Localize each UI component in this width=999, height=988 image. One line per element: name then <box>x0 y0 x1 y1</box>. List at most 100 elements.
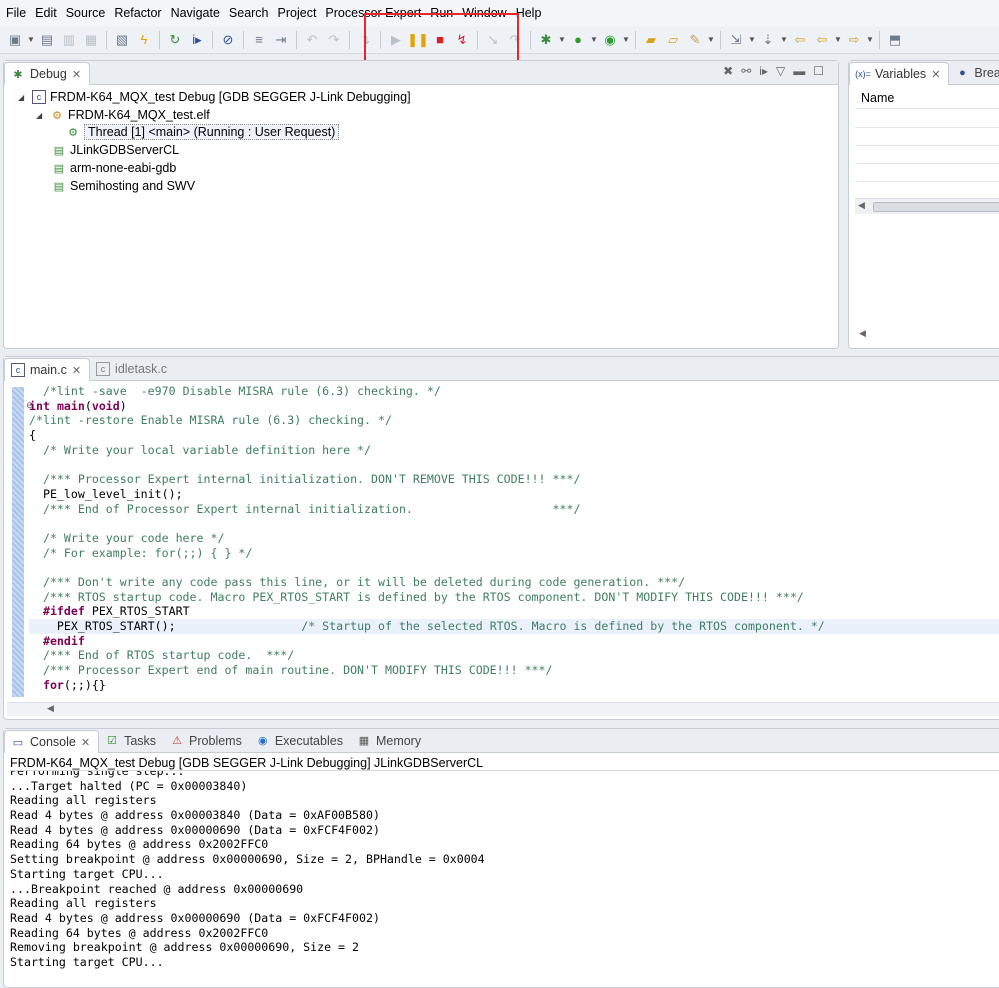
tab-breakpoints[interactable]: ● Breakp <box>949 61 999 84</box>
collapse-icon[interactable]: ◢ <box>36 111 46 120</box>
code-line[interactable]: /*** Processor Expert internal initializ… <box>29 472 999 487</box>
scroll-left-icon[interactable]: ◀ <box>859 328 866 339</box>
variables-column-name[interactable]: Name <box>855 91 999 109</box>
save-icon[interactable]: ▤ <box>36 29 58 51</box>
lightning-icon[interactable]: ϟ <box>133 29 155 51</box>
code-line[interactable]: /* Write your code here */ <box>29 531 999 546</box>
external-tools-dropdown-icon[interactable]: ▼ <box>621 29 631 51</box>
suspend-icon[interactable]: ❚❚ <box>407 29 429 51</box>
tab-main-c[interactable]: c main.c ✕ <box>4 358 91 381</box>
code-line[interactable]: /*** RTOS startup code. Macro PEX_RTOS_S… <box>29 590 999 605</box>
new-icon[interactable]: ▣ <box>4 29 26 51</box>
close-icon[interactable]: ✕ <box>72 68 81 81</box>
back-arrow-icon[interactable]: ⇦ <box>811 29 833 51</box>
pen-dropdown-icon[interactable]: ▼ <box>706 29 716 51</box>
new-dropdown-icon[interactable]: ▼ <box>26 29 36 51</box>
print-icon[interactable]: ▦ <box>80 29 102 51</box>
code-line[interactable] <box>29 516 999 531</box>
tree-elf[interactable]: ◢ ⚙ FRDM-K64_MQX_test.elf <box>36 106 210 124</box>
terminate-icon[interactable]: ■ <box>429 29 451 51</box>
tab-memory[interactable]: ▦ Memory <box>351 729 429 752</box>
menu-processor-expert[interactable]: Processor Expert <box>323 6 428 20</box>
collapse-icon[interactable]: ◢ <box>18 93 28 102</box>
close-icon[interactable]: ✕ <box>72 364 81 377</box>
menu-search[interactable]: Search <box>227 6 276 20</box>
list-icon[interactable]: ≡ <box>248 29 270 51</box>
code-line[interactable] <box>29 560 999 575</box>
back-icon[interactable]: ⇦ <box>789 29 811 51</box>
tab-problems[interactable]: ⚠ Problems <box>164 729 250 752</box>
menu-file[interactable]: File <box>4 6 33 20</box>
connect-icon[interactable]: ⚯ <box>741 64 751 78</box>
code-line[interactable]: #endif <box>29 634 999 649</box>
maximize-view-icon[interactable]: ☐ <box>813 64 824 78</box>
binary-icon[interactable]: ▧ <box>111 29 133 51</box>
menu-refactor[interactable]: Refactor <box>112 6 168 20</box>
code-line[interactable]: PE_low_level_init(); <box>29 487 999 502</box>
step-filter-icon[interactable]: i▸ <box>759 64 768 78</box>
debug-icon[interactable]: ✱ <box>535 29 557 51</box>
editor-hscrollbar[interactable]: ◀ <box>7 702 999 716</box>
scroll-left-icon[interactable]: ◀ <box>47 703 54 714</box>
tree-launch[interactable]: ◢ c FRDM-K64_MQX_test Debug [GDB SEGGER … <box>18 88 411 106</box>
back-dropdown-icon[interactable]: ▼ <box>833 29 843 51</box>
tree-thread[interactable]: ⚙ Thread [1] <main> (Running : User Requ… <box>66 123 340 141</box>
minimize-icon[interactable]: ▬ <box>793 64 805 78</box>
tab-tasks[interactable]: ☑ Tasks <box>99 729 164 752</box>
menu-help[interactable]: Help <box>514 6 549 20</box>
variables-hscrollbar[interactable]: ◀ <box>855 198 999 214</box>
code-line[interactable]: /*** End of Processor Expert internal in… <box>29 502 999 517</box>
code-line[interactable]: /*** End of RTOS startup code. ***/ <box>29 648 999 663</box>
skip-breakpoints-icon[interactable]: ⊘ <box>217 29 239 51</box>
terminate-relaunch-icon[interactable]: ⇥ <box>270 29 292 51</box>
step-into-icon[interactable]: i▸ <box>186 29 208 51</box>
code-line[interactable]: /*** Don't write any code pass this line… <box>29 575 999 590</box>
drop-to-frame-icon[interactable]: ↴ <box>354 29 376 51</box>
tree-process-3[interactable]: ▤ Semihosting and SWV <box>52 177 195 195</box>
code-line[interactable] <box>29 457 999 472</box>
menu-run[interactable]: Run <box>428 6 460 20</box>
close-icon[interactable]: ✕ <box>81 736 90 749</box>
code-line[interactable]: /*** Processor Expert end of main routin… <box>29 663 999 678</box>
scroll-left-icon[interactable]: ◀ <box>858 200 865 211</box>
pen-icon[interactable]: ✎ <box>684 29 706 51</box>
code-line[interactable]: /* Write your local variable definition … <box>29 443 999 458</box>
tree-process-2[interactable]: ▤ arm-none-eabi-gdb <box>52 159 177 177</box>
code-line[interactable]: PEX_RTOS_START(); /* Startup of the sele… <box>29 619 999 634</box>
code-area[interactable]: /*lint -save -e970 Disable MISRA rule (6… <box>29 384 999 700</box>
code-line[interactable]: /*lint -save -e970 Disable MISRA rule (6… <box>29 384 999 399</box>
forward-dropdown-icon[interactable]: ▼ <box>865 29 875 51</box>
menu-project[interactable]: Project <box>276 6 324 20</box>
code-line[interactable]: #ifdef PEX_RTOS_START <box>29 604 999 619</box>
tab-idletask-c[interactable]: c idletask.c <box>90 357 175 380</box>
tab-variables[interactable]: (x)= Variables ✕ <box>849 62 950 85</box>
console-output[interactable]: Performing single step... ...Target halte… <box>10 770 999 985</box>
refresh-icon[interactable]: ↻ <box>164 29 186 51</box>
external-tools-icon[interactable]: ◉ <box>599 29 621 51</box>
maximize-icon[interactable]: ⬒ <box>884 29 906 51</box>
annotation-dropdown-icon[interactable]: ▼ <box>747 29 757 51</box>
view-menu-icon[interactable]: ▽ <box>776 64 785 78</box>
run-icon[interactable]: ● <box>567 29 589 51</box>
step-over-icon[interactable]: ↷ <box>504 29 526 51</box>
code-line[interactable]: /* For example: for(;;) { } */ <box>29 546 999 561</box>
resume-icon[interactable]: ▶ <box>385 29 407 51</box>
disconnect-icon[interactable]: ↯ <box>451 29 473 51</box>
scroll-thumb[interactable] <box>873 202 999 212</box>
close-icon[interactable]: ✕ <box>931 68 940 81</box>
forward-icon[interactable]: ⇨ <box>843 29 865 51</box>
open-folder-icon[interactable]: ▰ <box>640 29 662 51</box>
tab-executables[interactable]: ◉ Executables <box>250 729 351 752</box>
code-line[interactable]: for(;;){} <box>29 678 999 693</box>
tree-process-1[interactable]: ▤ JLinkGDBServerCL <box>52 141 179 159</box>
remove-terminated-icon[interactable]: ✖ <box>723 64 733 78</box>
step-icon[interactable]: ↘ <box>482 29 504 51</box>
run-dropdown-icon[interactable]: ▼ <box>589 29 599 51</box>
code-line[interactable]: int main(void) <box>29 399 999 414</box>
debug-dropdown-icon[interactable]: ▼ <box>557 29 567 51</box>
save-all-icon[interactable]: ▥ <box>58 29 80 51</box>
code-line[interactable]: { <box>29 428 999 443</box>
tab-console[interactable]: ▭ Console ✕ <box>4 730 100 753</box>
nav-down-dropdown-icon[interactable]: ▼ <box>779 29 789 51</box>
open-file-icon[interactable]: ▱ <box>662 29 684 51</box>
